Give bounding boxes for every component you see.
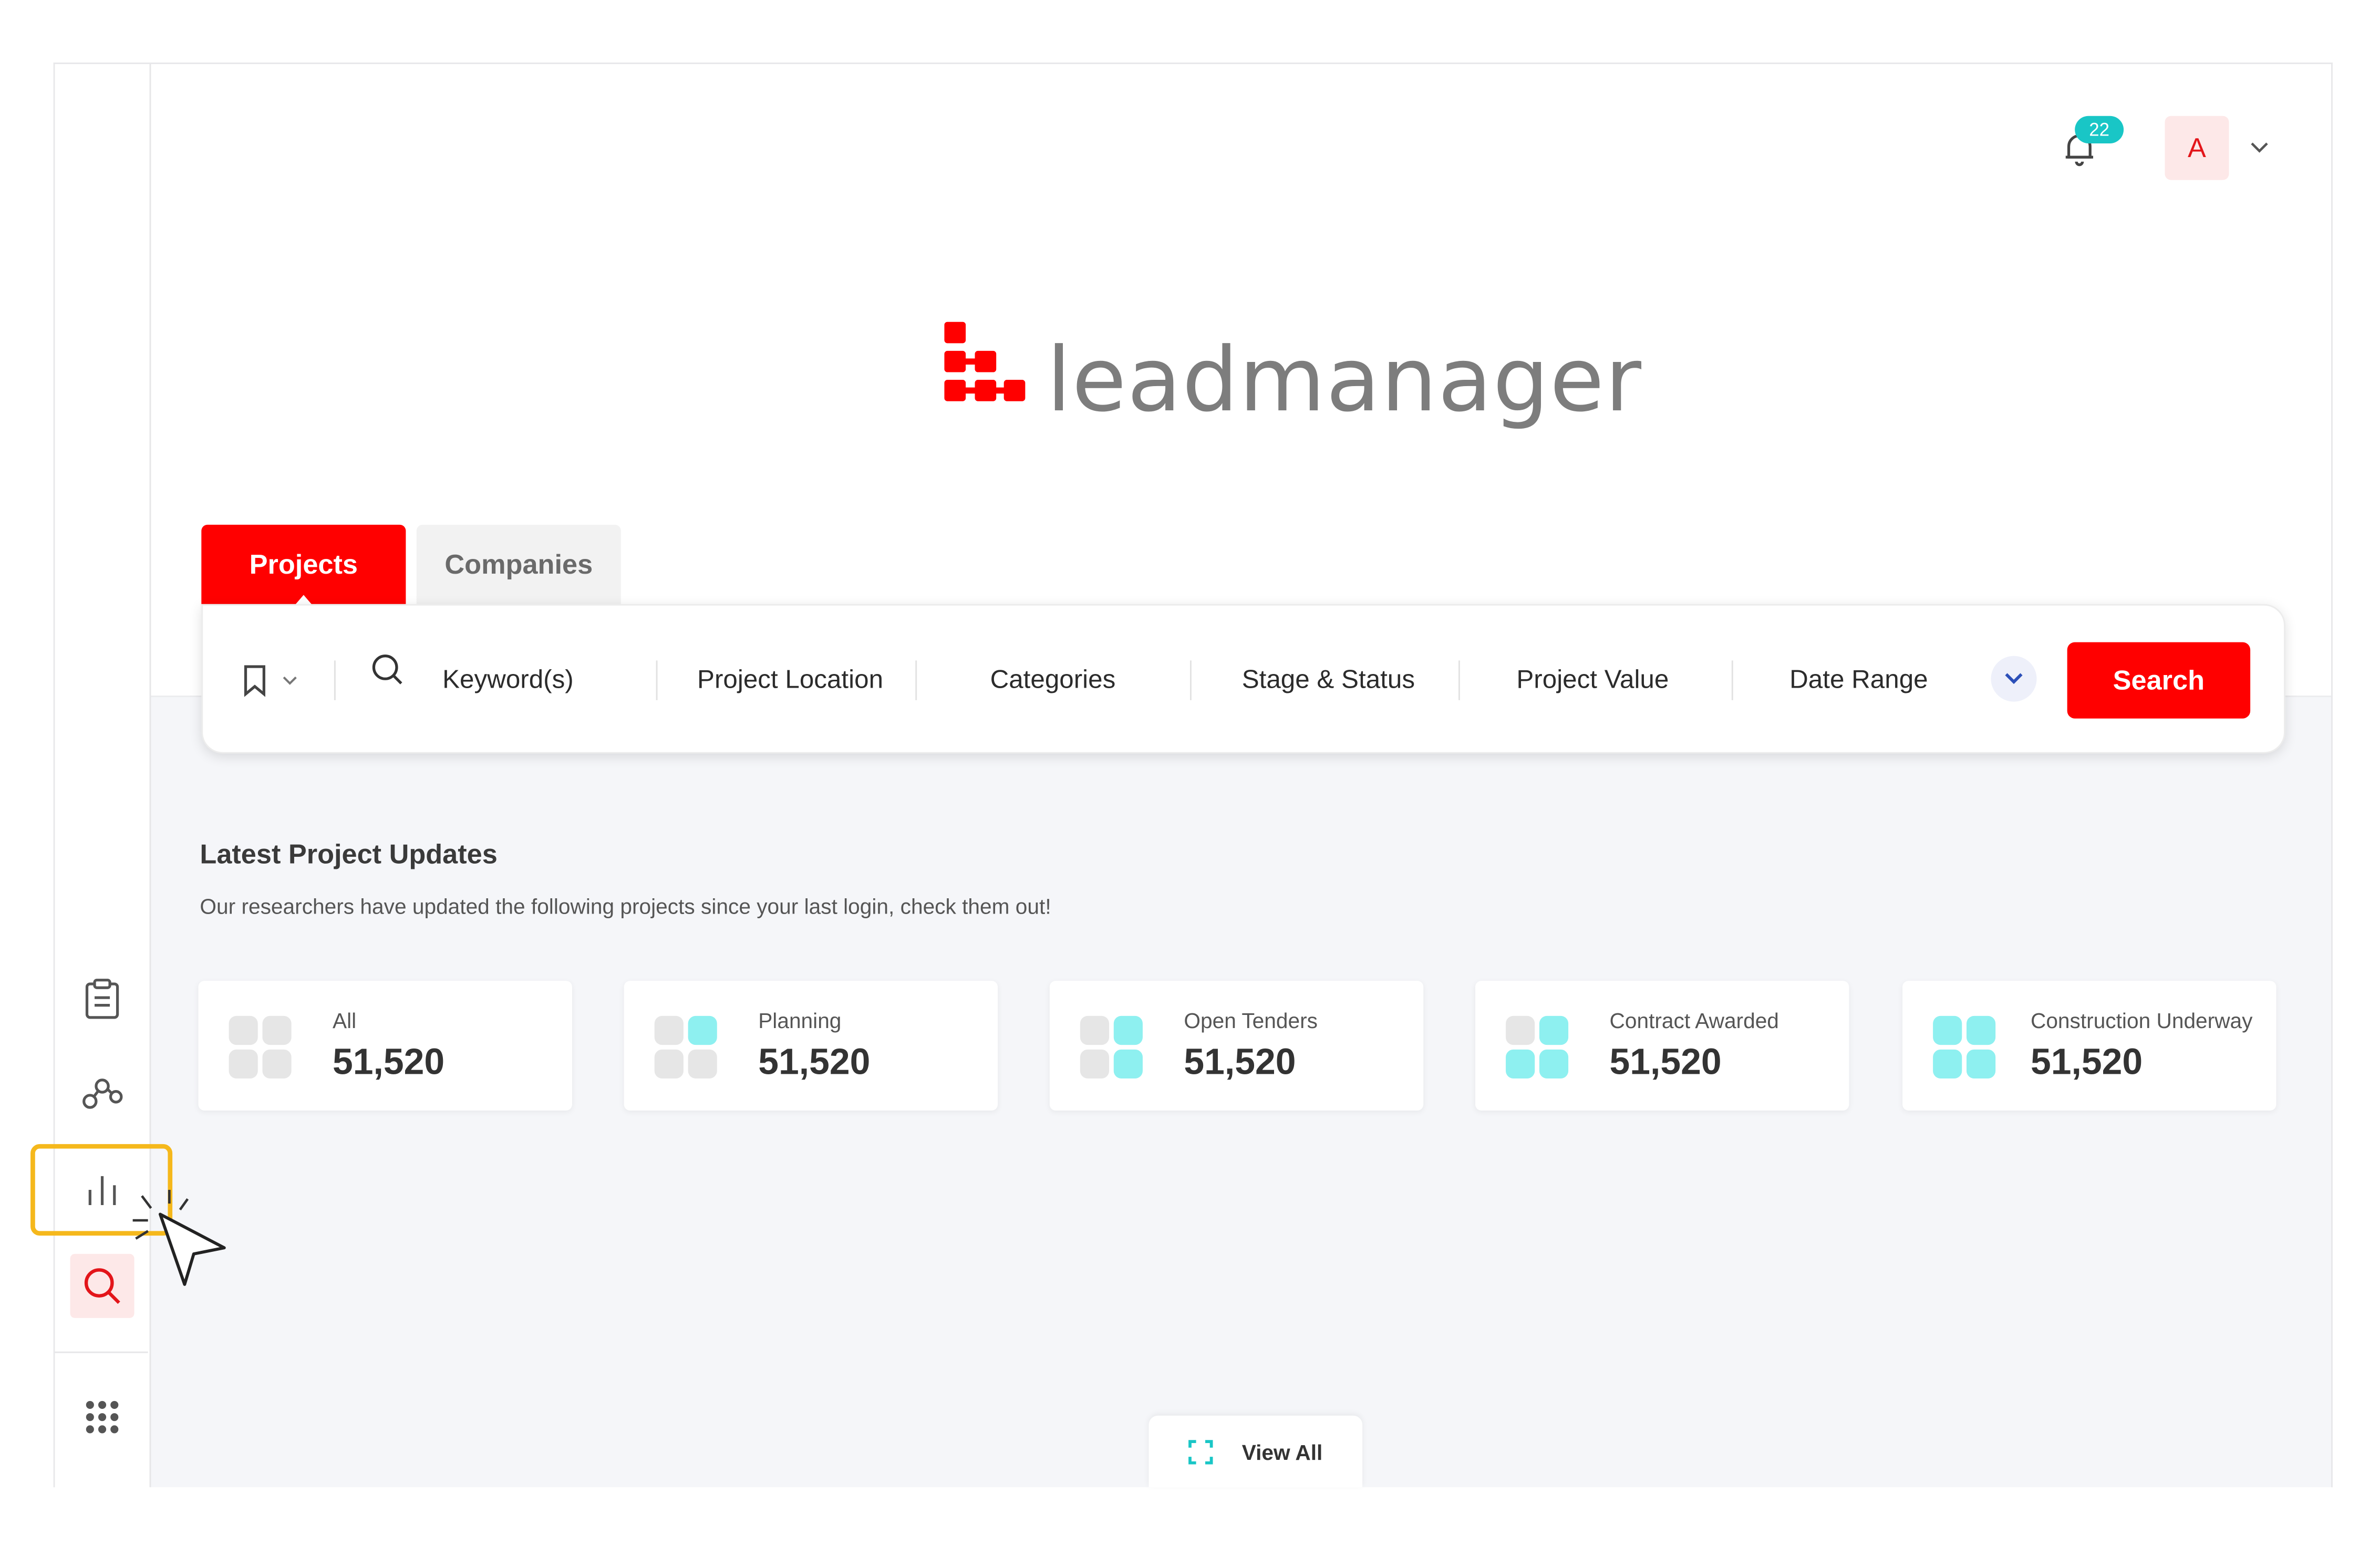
card-icon-part bbox=[688, 1049, 717, 1078]
divider bbox=[656, 660, 658, 700]
expand-icon bbox=[1188, 1440, 1213, 1465]
stage-status-filter[interactable]: Stage & Status bbox=[1242, 606, 1415, 755]
screen: 22 A leadmanager Projects Companies Keyw… bbox=[0, 0, 2380, 1556]
card-label: All bbox=[333, 1008, 357, 1033]
card-icon bbox=[654, 1015, 684, 1045]
card-label: Contract Awarded bbox=[1609, 1008, 1779, 1033]
card-icon-part bbox=[229, 1049, 258, 1078]
card-icon-part bbox=[1933, 1049, 1962, 1078]
logo-text: leadmanager bbox=[1047, 328, 1642, 432]
mouse-pointer-icon bbox=[132, 1189, 226, 1286]
card-icon-part bbox=[1539, 1049, 1569, 1078]
card-icon bbox=[1933, 1015, 1962, 1045]
card-icon-part bbox=[1080, 1049, 1110, 1078]
card-value: 51,520 bbox=[1184, 1042, 1296, 1083]
card-icon-part bbox=[1506, 1049, 1535, 1078]
search-bar: Keyword(s) Project Location Categories S… bbox=[201, 604, 2285, 754]
card-icon-part bbox=[688, 1015, 717, 1045]
search-icon bbox=[371, 595, 405, 744]
divider bbox=[1189, 660, 1192, 700]
section-subtitle: Our researchers have updated the followi… bbox=[200, 894, 1051, 919]
stat-card-planning[interactable]: Planning 51,520 bbox=[624, 981, 998, 1111]
avatar[interactable]: A bbox=[2165, 116, 2229, 180]
search-button[interactable]: Search bbox=[2067, 642, 2251, 719]
card-label: Open Tenders bbox=[1184, 1008, 1318, 1033]
view-all-button[interactable]: View All bbox=[1148, 1415, 1363, 1488]
search-nav-icon[interactable] bbox=[70, 1253, 134, 1318]
keyword-input[interactable]: Keyword(s) bbox=[442, 606, 574, 755]
chevron-down-icon bbox=[283, 676, 297, 685]
network-icon[interactable] bbox=[70, 1062, 134, 1126]
card-icon-part bbox=[1113, 1015, 1143, 1045]
card-label: Construction Underway bbox=[2030, 1008, 2253, 1033]
card-icon bbox=[229, 1015, 258, 1045]
card-icon-part bbox=[1966, 1015, 1996, 1045]
stat-card-all[interactable]: All 51,520 bbox=[198, 981, 572, 1111]
logo-mark-icon bbox=[944, 321, 1026, 401]
card-icon-part bbox=[262, 1049, 292, 1078]
card-value: 51,520 bbox=[2030, 1042, 2143, 1083]
stat-card-open-tenders[interactable]: Open Tenders 51,520 bbox=[1049, 981, 1424, 1111]
card-icon-part bbox=[262, 1015, 292, 1045]
divider bbox=[1458, 660, 1460, 700]
card-icon bbox=[1506, 1015, 1535, 1045]
card-value: 51,520 bbox=[1609, 1042, 1722, 1083]
categories-filter[interactable]: Categories bbox=[990, 606, 1116, 755]
stat-card-construction-underway[interactable]: Construction Underway 51,520 bbox=[1902, 981, 2276, 1111]
project-location-filter[interactable]: Project Location bbox=[697, 606, 883, 755]
divider bbox=[1731, 660, 1733, 700]
stat-card-contract-awarded[interactable]: Contract Awarded 51,520 bbox=[1475, 981, 1849, 1111]
expand-filters-button[interactable] bbox=[1991, 656, 2037, 702]
chevron-down-icon[interactable] bbox=[2249, 136, 2270, 163]
divider bbox=[334, 660, 336, 700]
card-icon-part bbox=[1966, 1049, 1996, 1078]
chevron-down-icon bbox=[2005, 673, 2023, 684]
card-label: Planning bbox=[758, 1008, 842, 1033]
card-icon-part bbox=[1539, 1015, 1569, 1045]
apps-grid-icon[interactable] bbox=[70, 1385, 134, 1449]
divider bbox=[915, 660, 917, 700]
card-value: 51,520 bbox=[758, 1042, 871, 1083]
sidebar-divider bbox=[55, 1351, 148, 1353]
section-title: Latest Project Updates bbox=[200, 839, 498, 870]
saved-search-dropdown[interactable] bbox=[243, 606, 298, 755]
project-value-filter[interactable]: Project Value bbox=[1516, 606, 1669, 755]
card-icon-part bbox=[654, 1049, 684, 1078]
bookmark-icon bbox=[244, 665, 265, 697]
tab-projects[interactable]: Projects bbox=[201, 524, 406, 606]
tab-companies[interactable]: Companies bbox=[416, 524, 621, 604]
clipboard-icon[interactable] bbox=[70, 967, 134, 1031]
notification-badge[interactable]: 22 bbox=[2075, 116, 2124, 143]
card-icon bbox=[1080, 1015, 1110, 1045]
view-all-label: View All bbox=[1241, 1440, 1323, 1465]
date-range-filter[interactable]: Date Range bbox=[1789, 606, 1928, 755]
card-icon-part bbox=[1113, 1049, 1143, 1078]
app-window bbox=[53, 63, 2333, 1488]
card-value: 51,520 bbox=[333, 1042, 445, 1083]
